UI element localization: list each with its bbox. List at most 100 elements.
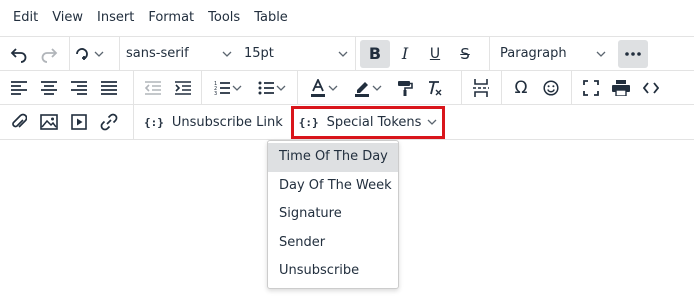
menu-insert[interactable]: Insert [90, 0, 141, 36]
tokens-group: {:} Unsubscribe Link {:} Special Tokens [134, 105, 446, 139]
unsubscribe-link-label: Unsubscribe Link [171, 114, 283, 130]
insert-token-button[interactable] [74, 40, 104, 68]
svg-text:3: 3 [214, 91, 217, 96]
formatting-group: B I U S [356, 37, 490, 70]
outdent-button[interactable] [138, 74, 168, 102]
insert-media-button[interactable] [64, 108, 94, 136]
page-break-icon [473, 78, 489, 97]
bold-icon: B [368, 44, 382, 63]
smiley-icon [543, 79, 559, 96]
strikethrough-icon: S [460, 44, 470, 63]
chevron-down-icon [222, 51, 232, 57]
print-button[interactable] [606, 74, 636, 102]
chevron-down-icon [276, 85, 286, 91]
menu-tools[interactable]: Tools [201, 0, 247, 36]
insert-link-button[interactable] [94, 108, 124, 136]
omega-icon: Ω [514, 77, 528, 98]
clear-formatting-button[interactable] [420, 74, 450, 102]
unsubscribe-link-button[interactable]: {:} Unsubscribe Link [138, 108, 289, 136]
more-icon [625, 51, 641, 56]
align-center-button[interactable] [34, 74, 64, 102]
text-color-button[interactable] [302, 74, 346, 102]
indent-group [134, 71, 202, 104]
menu-item-sender[interactable]: Sender [268, 229, 398, 258]
page-break-button[interactable] [466, 74, 496, 102]
text-color-icon [311, 78, 325, 97]
play-media-icon [71, 114, 87, 130]
source-code-button[interactable] [636, 74, 666, 102]
insert-char-group: Ω [502, 71, 572, 104]
code-icon [643, 81, 659, 94]
menu-format[interactable]: Format [141, 0, 201, 36]
menu-item-day-of-the-week[interactable]: Day Of The Week [268, 172, 398, 201]
align-right-icon [71, 80, 87, 95]
align-right-button[interactable] [64, 74, 94, 102]
highlight-color-button[interactable] [346, 74, 390, 102]
special-tokens-button[interactable]: {:} Special Tokens [290, 105, 446, 139]
block-format-value: Paragraph [500, 46, 567, 61]
font-family-value: sans-serif [126, 46, 189, 61]
fullscreen-button[interactable] [576, 74, 606, 102]
chevron-down-icon [596, 51, 606, 57]
font-size-select[interactable]: 15pt [238, 40, 354, 68]
menubar: Edit View Insert Format Tools Table [0, 0, 694, 36]
paperclip-icon [12, 113, 27, 128]
justify-icon [101, 80, 117, 95]
toolbar-row-2: 123 Ω [0, 70, 694, 104]
emoji-button[interactable] [536, 74, 566, 102]
insert-arrow-icon [76, 47, 88, 60]
printer-icon [612, 79, 630, 96]
toolbar-row-3: {:} Unsubscribe Link {:} Special Tokens [0, 104, 694, 140]
indent-button[interactable] [168, 74, 198, 102]
align-left-icon [11, 80, 27, 95]
redo-button[interactable] [34, 40, 64, 68]
numbered-list-button[interactable]: 123 [206, 74, 250, 102]
align-left-button[interactable] [4, 74, 34, 102]
menu-edit[interactable]: Edit [6, 0, 45, 36]
menu-table[interactable]: Table [247, 0, 295, 36]
more-button[interactable] [618, 39, 648, 68]
numbered-list-icon: 123 [214, 81, 230, 96]
align-center-icon [41, 80, 57, 95]
justify-button[interactable] [94, 74, 124, 102]
list-group: 123 [202, 71, 298, 104]
attachment-button[interactable] [4, 108, 34, 136]
menu-view[interactable]: View [45, 0, 90, 36]
underline-button[interactable]: U [420, 40, 450, 68]
special-character-button[interactable]: Ω [506, 74, 536, 102]
menu-item-signature[interactable]: Signature [268, 200, 398, 229]
insert-image-button[interactable] [34, 108, 64, 136]
paint-roller-icon [398, 80, 413, 96]
undo-icon [10, 47, 27, 63]
align-group [0, 71, 134, 104]
special-tokens-label: Special Tokens [326, 114, 422, 130]
chevron-down-icon [94, 51, 104, 57]
pagebreak-group [462, 71, 502, 104]
bullet-list-button[interactable] [250, 74, 294, 102]
link-icon [100, 113, 118, 131]
block-format-select[interactable]: Paragraph [494, 40, 612, 68]
bold-button[interactable]: B [360, 39, 390, 68]
media-group [0, 105, 134, 139]
bullet-list-icon [258, 81, 274, 94]
font-family-select[interactable]: sans-serif [120, 40, 238, 68]
image-icon [40, 114, 58, 130]
menu-item-time-of-the-day[interactable]: Time Of The Day [268, 143, 398, 172]
chevron-down-icon [338, 51, 348, 57]
history-group [0, 37, 70, 70]
token-icon: {:} [298, 115, 319, 129]
block-group: Paragraph [490, 37, 694, 70]
toolbar-row-1: sans-serif 15pt B I U S Paragraph [0, 36, 694, 70]
clear-format-icon [429, 80, 442, 95]
italic-button[interactable]: I [390, 40, 420, 68]
undo-button[interactable] [4, 40, 34, 68]
insert-group [70, 37, 120, 70]
underline-icon: U [429, 45, 441, 62]
special-tokens-menu: Time Of The Day Day Of The Week Signatur… [267, 140, 399, 289]
font-group: sans-serif 15pt [120, 37, 356, 70]
menu-item-unsubscribe[interactable]: Unsubscribe [268, 257, 398, 286]
strikethrough-button[interactable]: S [450, 40, 480, 68]
format-painter-button[interactable] [390, 74, 420, 102]
highlighter-icon [355, 81, 369, 97]
chevron-down-icon [372, 85, 382, 91]
